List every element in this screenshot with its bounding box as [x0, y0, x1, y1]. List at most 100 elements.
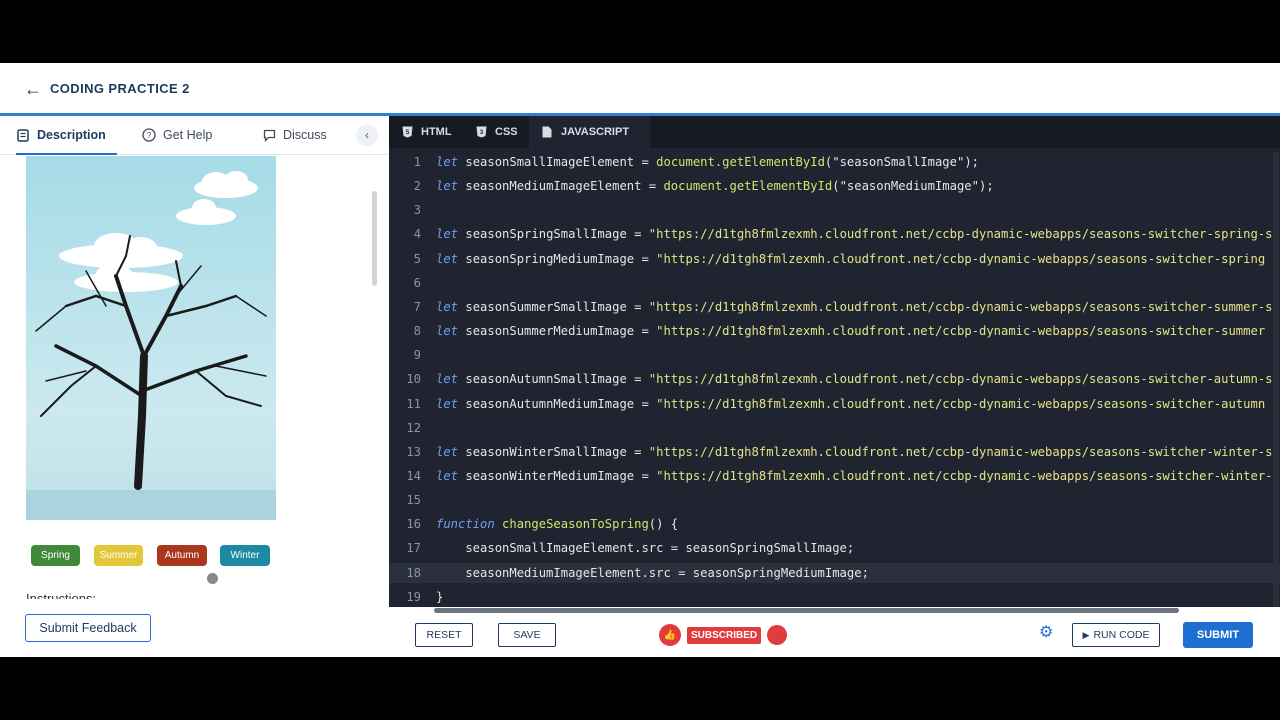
tab-javascript-label: JAVASCRIPT [561, 126, 630, 138]
line-number: 15 [406, 493, 421, 508]
tab-css[interactable]: 3 CSS [475, 116, 532, 148]
description-content: Spring Summer Autumn Winter Instructions… [0, 155, 381, 599]
keyword-token: let [436, 251, 459, 266]
carousel-dot[interactable] [207, 573, 218, 584]
code-token: seasonSpringMediumImage = [458, 251, 657, 266]
code-line[interactable]: 9 [389, 345, 1280, 365]
code-token: seasonSmallImageElement = [458, 155, 657, 169]
editor-vertical-scrollbar[interactable] [1273, 152, 1279, 607]
code-line[interactable]: 11 let seasonAutumnMediumImage = "https:/… [389, 394, 1280, 414]
function-token: document.getElementById [656, 155, 825, 169]
code-text: let seasonAutumnSmallImage = "https://d1… [436, 369, 1272, 389]
code-token: seasonSummerMediumImage = [458, 324, 657, 339]
code-tail-token: () { [648, 517, 679, 532]
gear-icon[interactable]: ⚙ [1039, 625, 1055, 641]
thumbs-up-icon: 👍 [659, 624, 681, 646]
keyword-token: let [436, 468, 459, 483]
code-line[interactable]: 3 [389, 200, 1280, 220]
code-token: seasonMediumImageElement = [458, 179, 664, 194]
autumn-button[interactable]: Autumn [157, 545, 207, 566]
code-text: seasonMediumImageElement.src = seasonSpr… [436, 563, 869, 583]
code-text: function changeSeasonToSpring() { [436, 514, 678, 534]
code-token: seasonAutumnMediumImage = [458, 396, 657, 411]
code-tail-token: "https://d1tgh8fmlzexmh.cloudfront.net/c… [648, 372, 1273, 387]
code-text: let seasonWinterSmallImage = "https://d1… [436, 442, 1272, 462]
run-code-button[interactable]: ▶ RUN CODE [1072, 623, 1160, 647]
chat-bubble-icon [262, 128, 276, 142]
run-code-label: RUN CODE [1093, 629, 1150, 641]
tab-description[interactable]: Description [16, 116, 117, 155]
line-number: 19 [406, 589, 421, 604]
code-line[interactable]: 2 let seasonMediumImageElement = document… [389, 176, 1280, 196]
code-line[interactable]: 16 function changeSeasonToSpring() { [389, 514, 1280, 534]
collapse-panel-button[interactable]: ‹ [356, 124, 378, 146]
save-button[interactable]: SAVE [498, 623, 556, 647]
code-token: seasonSmallImageElement.src = seasonSpri… [436, 541, 855, 556]
submit-button[interactable]: SUBMIT [1183, 622, 1253, 648]
left-panel: Description ? Get Help Discuss ‹ Spring … [0, 116, 389, 657]
app-window: ← CODING PRACTICE 2 Description ? Get He… [0, 63, 1280, 657]
line-number: 9 [413, 348, 421, 363]
keyword-token: let [436, 396, 459, 411]
line-number: 2 [413, 179, 421, 194]
help-icon: ? [142, 128, 156, 142]
keyword-token: let [436, 372, 459, 387]
code-line[interactable]: 14 let seasonWinterMediumImage = "https:/… [389, 466, 1280, 486]
code-line[interactable]: 10 let seasonAutumnSmallImage = "https://… [389, 369, 1280, 389]
code-line[interactable]: 17 seasonSmallImageElement.src = seasonS… [389, 538, 1280, 558]
tab-html[interactable]: 5 HTML [401, 116, 466, 148]
back-arrow-icon[interactable]: ← [24, 79, 44, 99]
line-number: 3 [413, 203, 421, 218]
code-line[interactable]: 4 let seasonSpringSmallImage = "https://d… [389, 224, 1280, 244]
code-line[interactable]: 18 seasonMediumImageElement.src = season… [389, 562, 1280, 583]
reset-button[interactable]: RESET [415, 623, 473, 647]
left-scrollbar[interactable] [372, 191, 377, 286]
keyword-token: let [436, 299, 459, 314]
keyword-token: let [436, 179, 459, 194]
code-area[interactable]: 1 let seasonSmallImageElement = document.… [389, 152, 1280, 607]
code-line[interactable]: 19} [389, 587, 1280, 607]
code-token: seasonSummerSmallImage = [458, 299, 649, 314]
line-number: 18 [406, 565, 421, 580]
tree-illustration [35, 171, 267, 490]
tab-javascript[interactable]: JAVASCRIPT [529, 116, 650, 148]
spring-button[interactable]: Spring [31, 545, 80, 566]
code-line[interactable]: 1 let seasonSmallImageElement = document.… [389, 152, 1280, 172]
line-number: 6 [413, 275, 421, 290]
subscribed-label: SUBSCRIBED [687, 626, 762, 644]
html5-icon: 5 [401, 126, 413, 138]
code-text: let seasonAutumnMediumImage = "https://d… [436, 394, 1265, 414]
code-token: seasonWinterMediumImage = [458, 468, 657, 483]
summer-button[interactable]: Summer [94, 545, 143, 566]
keyword-token: let [436, 227, 459, 242]
line-number: 16 [406, 517, 421, 532]
code-editor[interactable]: 5 HTML 3 CSS JAVASCRIPT 1 let seasonSmall… [389, 116, 1280, 613]
code-line[interactable]: 13 let seasonWinterSmallImage = "https://… [389, 442, 1280, 462]
code-line[interactable]: 6 [389, 273, 1280, 293]
action-bar: RESET SAVE 👍 SUBSCRIBED ⚙ ▶ RUN CODE SUB… [389, 613, 1280, 657]
code-line[interactable]: 15 [389, 490, 1280, 510]
page-title: CODING PRACTICE 2 [50, 81, 190, 96]
keyword-token: let [436, 324, 459, 339]
code-line[interactable]: 8 let seasonSummerMediumImage = "https://… [389, 321, 1280, 341]
code-token: seasonWinterSmallImage = [458, 444, 649, 459]
left-tabs: Description ? Get Help Discuss ‹ [0, 116, 389, 155]
line-number: 8 [413, 324, 421, 339]
keyword-token: let [436, 444, 459, 459]
code-text: let seasonSummerMediumImage = "https://d… [436, 321, 1265, 341]
tab-discuss[interactable]: Discuss [262, 116, 327, 154]
code-line[interactable]: 5 let seasonSpringMediumImage = "https://… [389, 249, 1280, 269]
bell-icon [767, 625, 788, 645]
tab-css-label: CSS [495, 126, 518, 138]
tab-get-help[interactable]: ? Get Help [142, 116, 212, 154]
code-text: let seasonSpringMediumImage = "https://d… [436, 249, 1265, 269]
winter-button[interactable]: Winter [220, 545, 270, 566]
code-line[interactable]: 12 [389, 418, 1280, 438]
svg-text:?: ? [147, 131, 152, 140]
submit-feedback-button[interactable]: Submit Feedback [25, 614, 151, 642]
code-text: let seasonWinterMediumImage = "https://d… [436, 466, 1273, 486]
code-text: let seasonSummerSmallImage = "https://d1… [436, 297, 1272, 317]
code-line[interactable]: 7 let seasonSummerSmallImage = "https://d… [389, 297, 1280, 317]
editor-tabs: 5 HTML 3 CSS JAVASCRIPT [389, 116, 1280, 148]
